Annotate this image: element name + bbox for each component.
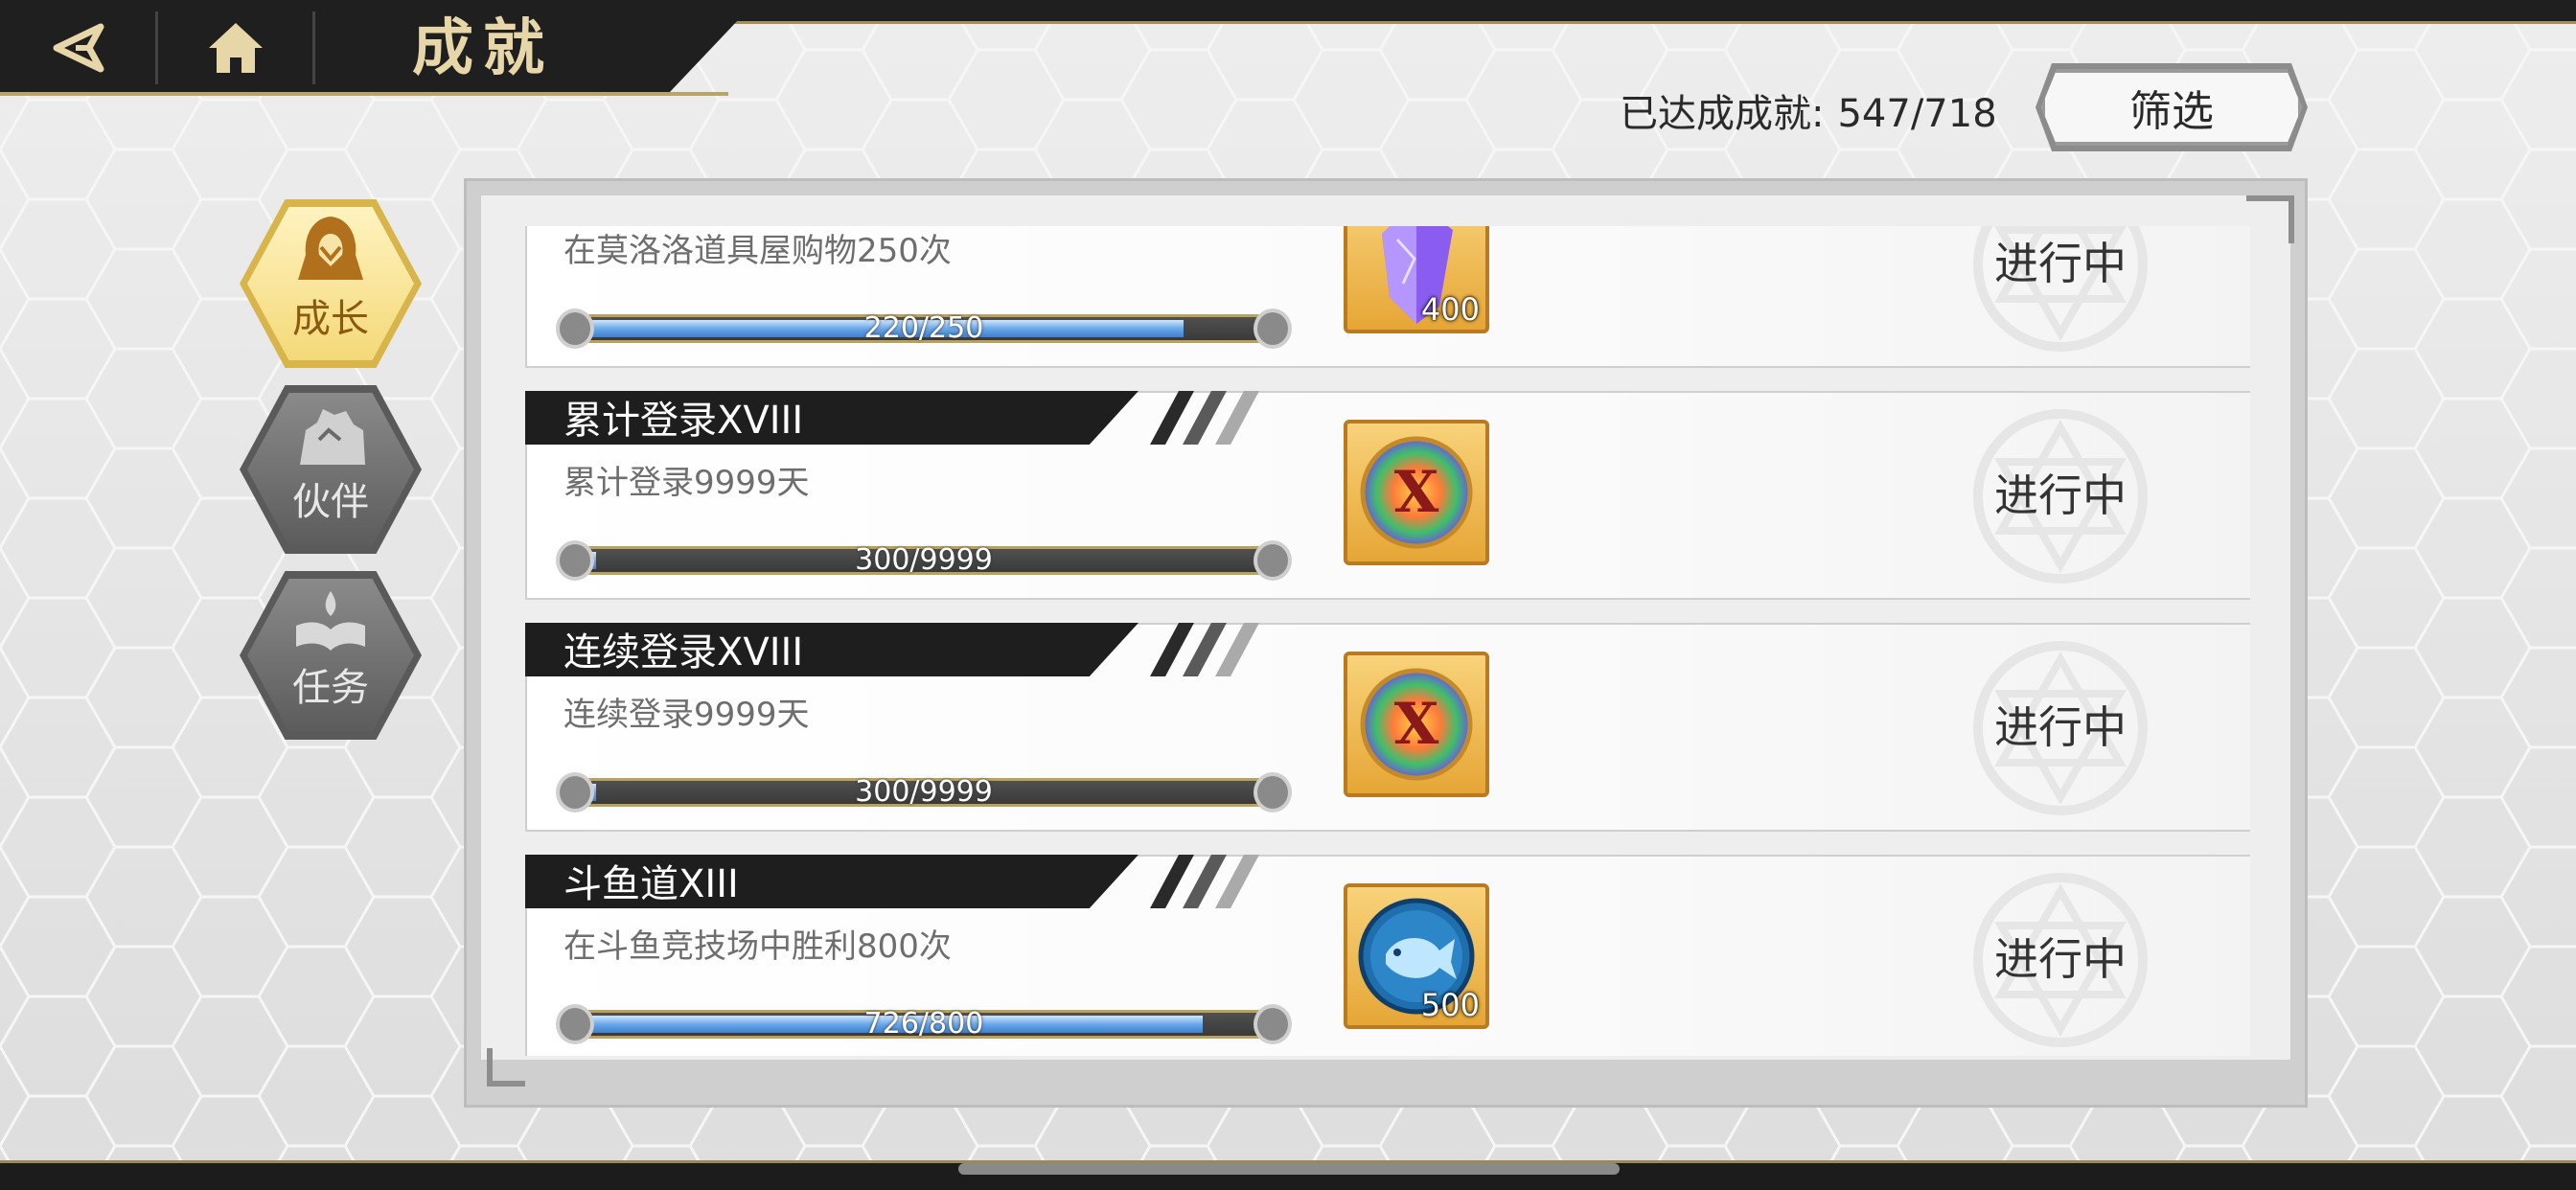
achieved-summary: 已达成成就: 547/718 bbox=[1620, 82, 1997, 138]
back-arrow-icon bbox=[53, 23, 104, 73]
header-trim bbox=[0, 92, 728, 96]
nav-tab-tasks[interactable]: 任务 bbox=[240, 571, 422, 740]
reward-qty: 400 bbox=[1420, 291, 1480, 328]
achievement-list[interactable]: 在莫洛洛道具屋购物250次 220/250 400 进行中 累计登录XVIII … bbox=[518, 226, 2250, 1056]
svg-text:X: X bbox=[1394, 459, 1439, 526]
back-button[interactable] bbox=[10, 10, 144, 86]
filter-label: 筛选 bbox=[2129, 87, 2214, 136]
status-label: 进行中 bbox=[1994, 933, 2127, 985]
home-button[interactable] bbox=[169, 10, 303, 86]
progress-text: 220/250 bbox=[863, 311, 984, 345]
nav-tab-partners[interactable]: 伙伴 bbox=[240, 385, 422, 554]
progress-text: 300/9999 bbox=[855, 775, 993, 809]
status-label: 进行中 bbox=[1994, 701, 2127, 753]
achievement-desc: 累计登录9999天 bbox=[564, 464, 810, 502]
filter-button[interactable]: 筛选 bbox=[2041, 69, 2302, 146]
title-stripes bbox=[1150, 391, 1259, 445]
rainbow-x-medal-icon: X bbox=[1360, 668, 1473, 781]
status-label: 进行中 bbox=[1994, 469, 2127, 521]
reward-item[interactable]: X bbox=[1344, 652, 1489, 797]
rainbow-x-medal-icon: X bbox=[1360, 436, 1473, 549]
nav-label: 伙伴 bbox=[292, 480, 369, 524]
achieved-label: 已达成成就: bbox=[1620, 92, 1825, 136]
status-label: 进行中 bbox=[1994, 238, 2127, 289]
reward-item[interactable]: 500 bbox=[1344, 883, 1489, 1029]
page-title: 成就 bbox=[412, 13, 554, 84]
achievement-card[interactable]: 连续登录XVIII 连续登录9999天 300/9999 X 进行中 bbox=[525, 623, 2250, 832]
achievement-desc: 在斗鱼竞技场中胜利800次 bbox=[564, 927, 952, 966]
title-stripes bbox=[1150, 855, 1259, 908]
progress-text: 726/800 bbox=[863, 1007, 984, 1041]
progress-text: 300/9999 bbox=[855, 543, 993, 577]
top-bar-trim bbox=[690, 21, 2576, 24]
achievement-title: 累计登录XVIII bbox=[564, 399, 804, 443]
partners-icon bbox=[300, 409, 365, 465]
progress-bar: 220/250 bbox=[556, 309, 1292, 349]
hooded-figure-icon bbox=[298, 217, 363, 280]
nav-tab-growth[interactable]: 成长 bbox=[240, 199, 422, 368]
svg-text:X: X bbox=[1394, 691, 1439, 758]
home-icon bbox=[209, 23, 263, 73]
nav-label: 任务 bbox=[292, 666, 369, 710]
progress-bar: 726/800 bbox=[556, 1004, 1292, 1044]
panel-corner-ornament bbox=[487, 1048, 525, 1087]
header-divider bbox=[312, 11, 315, 84]
scroll-indicator[interactable] bbox=[958, 1163, 1620, 1175]
achieved-count: 547/718 bbox=[1837, 92, 1997, 136]
achievement-card[interactable]: 累计登录XVIII 累计登录9999天 300/9999 X 进行中 bbox=[525, 391, 2250, 600]
nav-label: 成长 bbox=[292, 297, 369, 341]
achievement-desc: 连续登录9999天 bbox=[564, 696, 810, 734]
progress-bar: 300/9999 bbox=[556, 772, 1292, 812]
progress-bar: 300/9999 bbox=[556, 540, 1292, 581]
panel-corner-ornament bbox=[2246, 195, 2294, 243]
title-stripes bbox=[1150, 623, 1259, 676]
reward-item[interactable]: 400 bbox=[1344, 226, 1489, 333]
achievement-title: 连续登录XVIII bbox=[564, 630, 804, 675]
achievement-title: 斗鱼道XIII bbox=[564, 862, 739, 906]
reward-item[interactable]: X bbox=[1344, 420, 1489, 565]
achievement-card[interactable]: 斗鱼道XIII 在斗鱼竞技场中胜利800次 726/800 500 进行中 bbox=[525, 855, 2250, 1056]
header-divider bbox=[155, 11, 158, 84]
reward-qty: 500 bbox=[1420, 987, 1480, 1023]
achievement-desc: 在莫洛洛道具屋购物250次 bbox=[564, 232, 952, 270]
book-flame-icon bbox=[296, 591, 365, 651]
achievement-card[interactable]: 在莫洛洛道具屋购物250次 220/250 400 进行中 bbox=[525, 226, 2250, 368]
top-bar bbox=[671, 0, 2576, 23]
